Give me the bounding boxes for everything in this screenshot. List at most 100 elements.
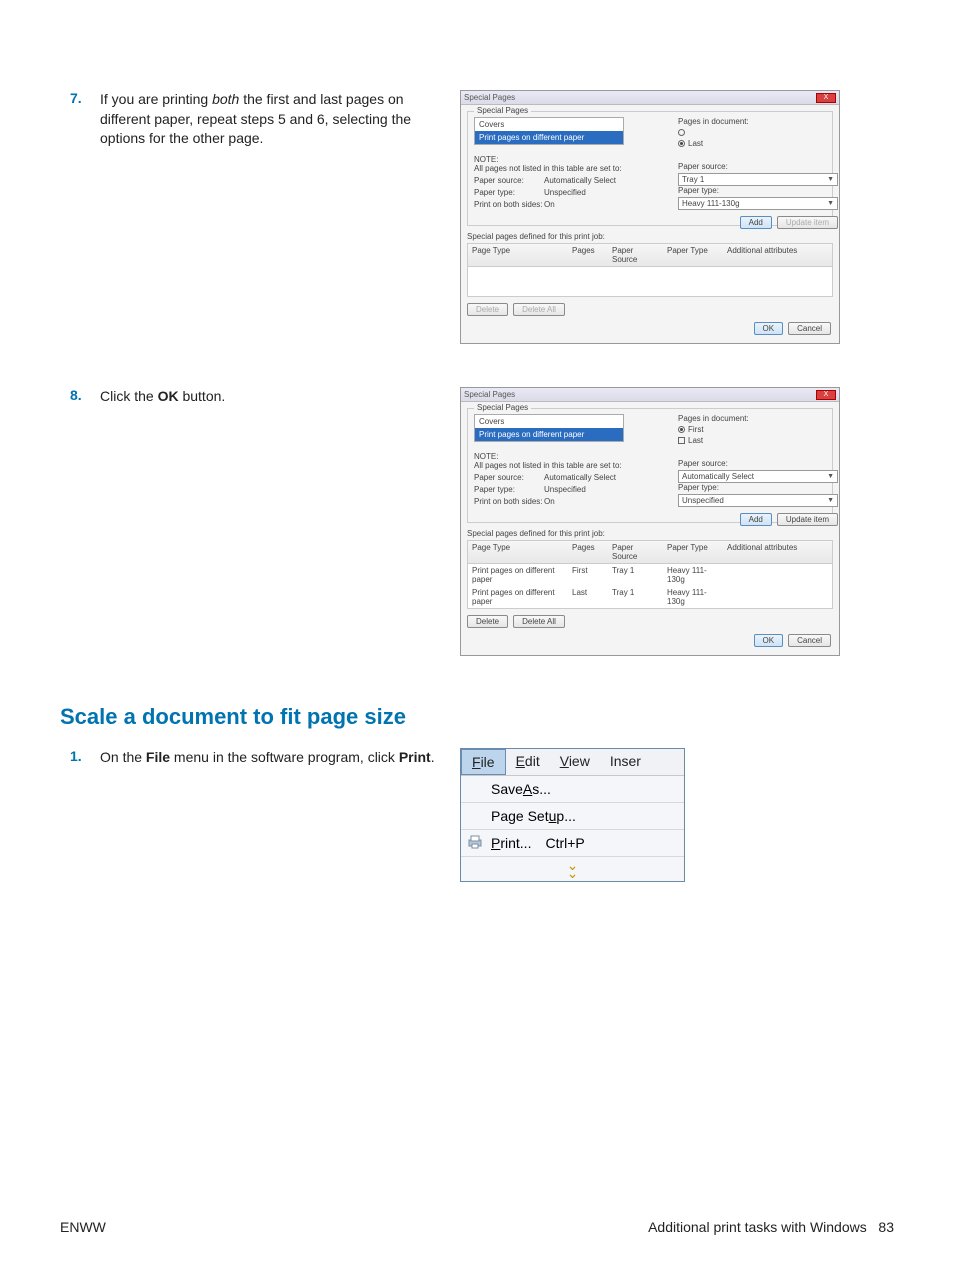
checkbox-last[interactable] xyxy=(678,437,685,444)
menu-print-shortcut: Ctrl+P xyxy=(545,835,584,851)
papertype-value: Unspecified xyxy=(682,496,724,505)
menubar-edit[interactable]: Edit xyxy=(506,749,550,775)
titlebar: Special Pages X xyxy=(461,388,839,402)
menu-saveas[interactable]: Save As... xyxy=(461,776,684,803)
step1-print: Print xyxy=(399,749,431,765)
col-source: Paper Source xyxy=(608,244,663,266)
kv-papersource-k: Paper source: xyxy=(474,473,544,482)
menu-expand[interactable]: ⌄⌄ xyxy=(461,857,684,881)
papersource-value: Automatically Select xyxy=(682,472,754,481)
close-icon[interactable]: X xyxy=(816,93,836,103)
step1-mid: menu in the software program, click xyxy=(170,749,399,765)
delete-button[interactable]: Delete xyxy=(467,615,508,628)
menubar-insert[interactable]: Inser xyxy=(600,749,651,775)
col-pages: Pages xyxy=(568,244,608,266)
deleteall-button[interactable]: Delete All xyxy=(513,303,565,316)
listbox-item-covers[interactable]: Covers xyxy=(475,118,623,131)
menu-pagesetup[interactable]: Page Setup... xyxy=(461,803,684,830)
footer-right-text: Additional print tasks with Windows xyxy=(648,1219,867,1235)
cancel-button[interactable]: Cancel xyxy=(788,322,831,335)
page-footer: ENWW Additional print tasks with Windows… xyxy=(60,1219,894,1235)
menubar-view[interactable]: View xyxy=(550,749,600,775)
col-pages: Pages xyxy=(568,541,608,563)
row2-pages: Last xyxy=(568,586,608,608)
papertype-dropdown[interactable]: Heavy 111-130g▼ xyxy=(678,197,838,210)
col-source: Paper Source xyxy=(608,541,663,563)
special-pages-dialog-1: Special Pages X Special Pages Covers Pri… xyxy=(460,90,840,344)
table-row[interactable]: Print pages on different paper Last Tray… xyxy=(468,586,832,608)
groupbox-label: Special Pages xyxy=(474,106,531,115)
step8-post: button. xyxy=(179,388,226,404)
step1-post: . xyxy=(431,749,435,765)
step7-pre: If you are printing xyxy=(100,91,212,107)
kv-printboth-k: Print on both sides: xyxy=(474,497,544,506)
menu-print[interactable]: Print...Ctrl+P xyxy=(461,830,684,857)
kv-papersource-v: Automatically Select xyxy=(544,473,616,482)
pagesindoc-label: Pages in document: xyxy=(678,414,838,423)
pagetype-listbox[interactable]: Covers Print pages on different paper xyxy=(474,414,624,442)
deleteall-button[interactable]: Delete All xyxy=(513,615,565,628)
listbox-item-diffpaper[interactable]: Print pages on different paper xyxy=(475,428,623,441)
radio-last-label: Last xyxy=(688,436,703,445)
col-pagetype: Page Type xyxy=(468,541,568,563)
specialdef-label: Special pages defined for this print job… xyxy=(467,232,833,241)
table-header: Page Type Pages Paper Source Paper Type … xyxy=(467,540,833,564)
table-body: Print pages on different paper First Tra… xyxy=(467,564,833,609)
pagetype-listbox[interactable]: Covers Print pages on different paper xyxy=(474,117,624,145)
add-button[interactable]: Add xyxy=(740,513,772,526)
pagesindoc-label: Pages in document: xyxy=(678,117,838,126)
table-header: Page Type Pages Paper Source Paper Type … xyxy=(467,243,833,267)
dialog-title: Special Pages xyxy=(464,93,515,102)
row1-pages: First xyxy=(568,564,608,586)
section-heading: Scale a document to fit page size xyxy=(60,704,894,730)
table-row[interactable]: Print pages on different paper First Tra… xyxy=(468,564,832,586)
right-papersource-label: Paper source: xyxy=(678,459,838,468)
col-attrs: Additional attributes xyxy=(723,244,832,266)
listbox-item-covers[interactable]: Covers xyxy=(475,415,623,428)
chevron-down-icon: ▼ xyxy=(827,176,834,183)
kv-printboth-v: On xyxy=(544,200,555,209)
row2-source: Tray 1 xyxy=(608,586,663,608)
step7-both: both xyxy=(212,91,239,107)
kv-papersource-k: Paper source: xyxy=(474,176,544,185)
kv-papertype-k: Paper type: xyxy=(474,188,544,197)
step8-ok: OK xyxy=(158,388,179,404)
row1-pagetype: Print pages on different paper xyxy=(468,564,568,586)
papertype-dropdown[interactable]: Unspecified▼ xyxy=(678,494,838,507)
footer-right: Additional print tasks with Windows 83 xyxy=(648,1219,894,1235)
file-menu-illustration: File Edit View Inser Save As... Page Set… xyxy=(460,748,685,882)
updateitem-button[interactable]: Update item xyxy=(777,216,838,229)
listbox-item-diffpaper[interactable]: Print pages on different paper xyxy=(475,131,623,144)
col-ptype: Paper Type xyxy=(663,541,723,563)
papersource-dropdown[interactable]: Automatically Select▼ xyxy=(678,470,838,483)
kv-papertype-v: Unspecified xyxy=(544,188,586,197)
delete-button[interactable]: Delete xyxy=(467,303,508,316)
updateitem-button[interactable]: Update item xyxy=(777,513,838,526)
menubar-file[interactable]: File xyxy=(461,749,506,775)
radio-first[interactable] xyxy=(678,426,685,433)
right-papertype-label: Paper type: xyxy=(678,483,838,492)
radio-last[interactable] xyxy=(678,140,685,147)
col-ptype: Paper Type xyxy=(663,244,723,266)
close-icon[interactable]: X xyxy=(816,390,836,400)
col-attrs: Additional attributes xyxy=(723,541,832,563)
kv-papertype-k: Paper type: xyxy=(474,485,544,494)
ok-button[interactable]: OK xyxy=(754,322,784,335)
special-pages-dialog-2: Special Pages X Special Pages Covers Pri… xyxy=(460,387,840,656)
table-body-empty xyxy=(467,267,833,297)
kv-papersource-v: Automatically Select xyxy=(544,176,616,185)
titlebar: Special Pages X xyxy=(461,91,839,105)
radio-first[interactable] xyxy=(678,129,685,136)
cancel-button[interactable]: Cancel xyxy=(788,634,831,647)
step7-text: If you are printing both the first and l… xyxy=(100,90,440,149)
ok-button[interactable]: OK xyxy=(754,634,784,647)
step1-pre: On the xyxy=(100,749,146,765)
chevron-down-icon: ⌄ xyxy=(461,869,684,877)
papertype-value: Heavy 111-130g xyxy=(682,199,740,208)
dialog-title: Special Pages xyxy=(464,390,515,399)
add-button[interactable]: Add xyxy=(740,216,772,229)
papersource-dropdown[interactable]: Tray 1▼ xyxy=(678,173,838,186)
right-papersource-label: Paper source: xyxy=(678,162,838,171)
step1-file: File xyxy=(146,749,170,765)
row2-pagetype: Print pages on different paper xyxy=(468,586,568,608)
